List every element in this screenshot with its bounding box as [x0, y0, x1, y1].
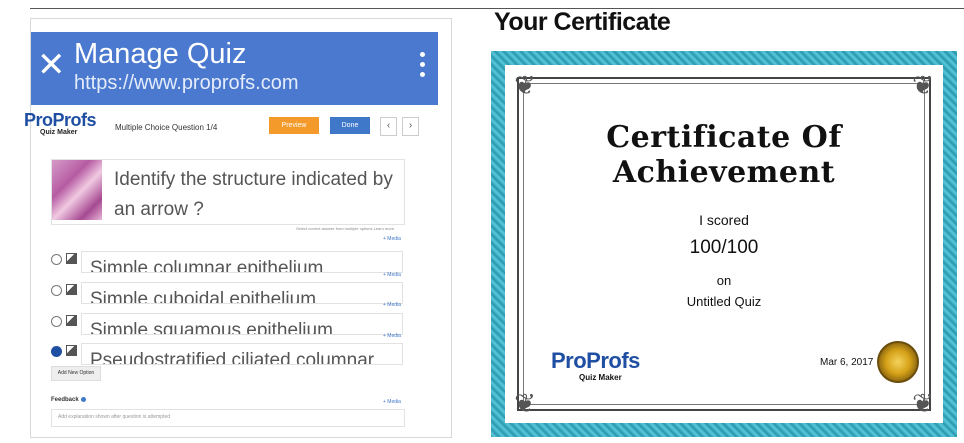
radio-button[interactable]	[51, 285, 62, 296]
media-link[interactable]: + Media	[383, 333, 401, 339]
ornament-icon: ❦	[912, 70, 934, 100]
certificate-frame: ❦ ❦ ❦ ❦ Certificate Of Achievement I sco…	[491, 51, 957, 437]
radio-button[interactable]	[51, 254, 62, 265]
on-label: on	[716, 273, 732, 288]
app-url: https://www.proprofs.com	[74, 72, 299, 94]
app-title: Manage Quiz	[74, 38, 247, 70]
app-bar: ✕ Manage Quiz https://www.proprofs.com	[31, 32, 438, 105]
radio-button[interactable]	[51, 316, 62, 327]
question-box[interactable]: Identify the structure indicated by an a…	[51, 159, 405, 225]
proprofs-logo: ProProfs Quiz Maker	[551, 348, 640, 382]
image-icon[interactable]	[66, 284, 77, 295]
ornament-icon: ❦	[514, 388, 536, 418]
certificate: ❦ ❦ ❦ ❦ Certificate Of Achievement I sco…	[505, 65, 943, 423]
image-icon[interactable]	[66, 345, 77, 356]
option-field[interactable]: Pseudostratified ciliated columnar	[81, 343, 403, 365]
radio-button-selected[interactable]	[51, 346, 62, 357]
proprofs-logo: ProProfs Quiz Maker	[24, 110, 97, 136]
ornament-icon: ❦	[514, 70, 536, 100]
option-field[interactable]: Simple cuboidal epithelium	[81, 282, 403, 304]
option-row: Simple squamous epithelium	[51, 313, 403, 335]
image-icon[interactable]	[66, 315, 77, 326]
add-option-button[interactable]: Add New Option	[51, 366, 101, 381]
option-field[interactable]: Simple squamous epithelium	[81, 313, 403, 335]
close-icon[interactable]: ✕	[37, 48, 66, 82]
certificate-date: Mar 6, 2017	[820, 357, 874, 368]
gold-seal-icon	[877, 341, 919, 383]
certificate-title: Certificate Of Achievement	[606, 120, 842, 190]
more-vert-icon[interactable]	[420, 52, 426, 82]
quiz-name: Untitled Quiz	[686, 294, 762, 309]
question-hint: Select correct answer from multiple opti…	[296, 226, 395, 231]
option-field[interactable]: Simple columnar epithelium	[81, 251, 403, 273]
ornament-icon: ❦	[912, 388, 934, 418]
done-button[interactable]: Done	[330, 117, 370, 134]
prev-arrow-icon[interactable]: ‹	[380, 117, 397, 136]
option-row: Simple columnar epithelium	[51, 251, 403, 273]
certificate-heading: Your Certificate	[494, 8, 671, 36]
feedback-label: Feedback	[51, 397, 86, 403]
preview-button[interactable]: Preview	[269, 117, 319, 134]
option-row: Simple cuboidal epithelium	[51, 282, 403, 304]
question-number: Multiple Choice Question 1/4	[115, 123, 218, 132]
info-icon[interactable]	[80, 397, 86, 402]
feedback-field[interactable]: Add explanation shown after question is …	[51, 409, 405, 427]
image-icon[interactable]	[66, 253, 77, 264]
option-row: Pseudostratified ciliated columnar	[51, 343, 403, 365]
question-image	[52, 160, 102, 220]
next-arrow-icon[interactable]: ›	[402, 117, 419, 136]
media-link[interactable]: + Media	[383, 272, 401, 278]
scored-label: I scored	[699, 212, 749, 228]
manage-quiz-panel: ✕ Manage Quiz https://www.proprofs.com P…	[24, 18, 452, 438]
media-link[interactable]: + Media	[383, 302, 401, 308]
score-value: 100/100	[689, 237, 759, 258]
media-link[interactable]: + Media	[383, 399, 401, 405]
question-text: Identify the structure indicated by an a…	[114, 169, 393, 220]
media-link[interactable]: + Media	[383, 236, 401, 242]
